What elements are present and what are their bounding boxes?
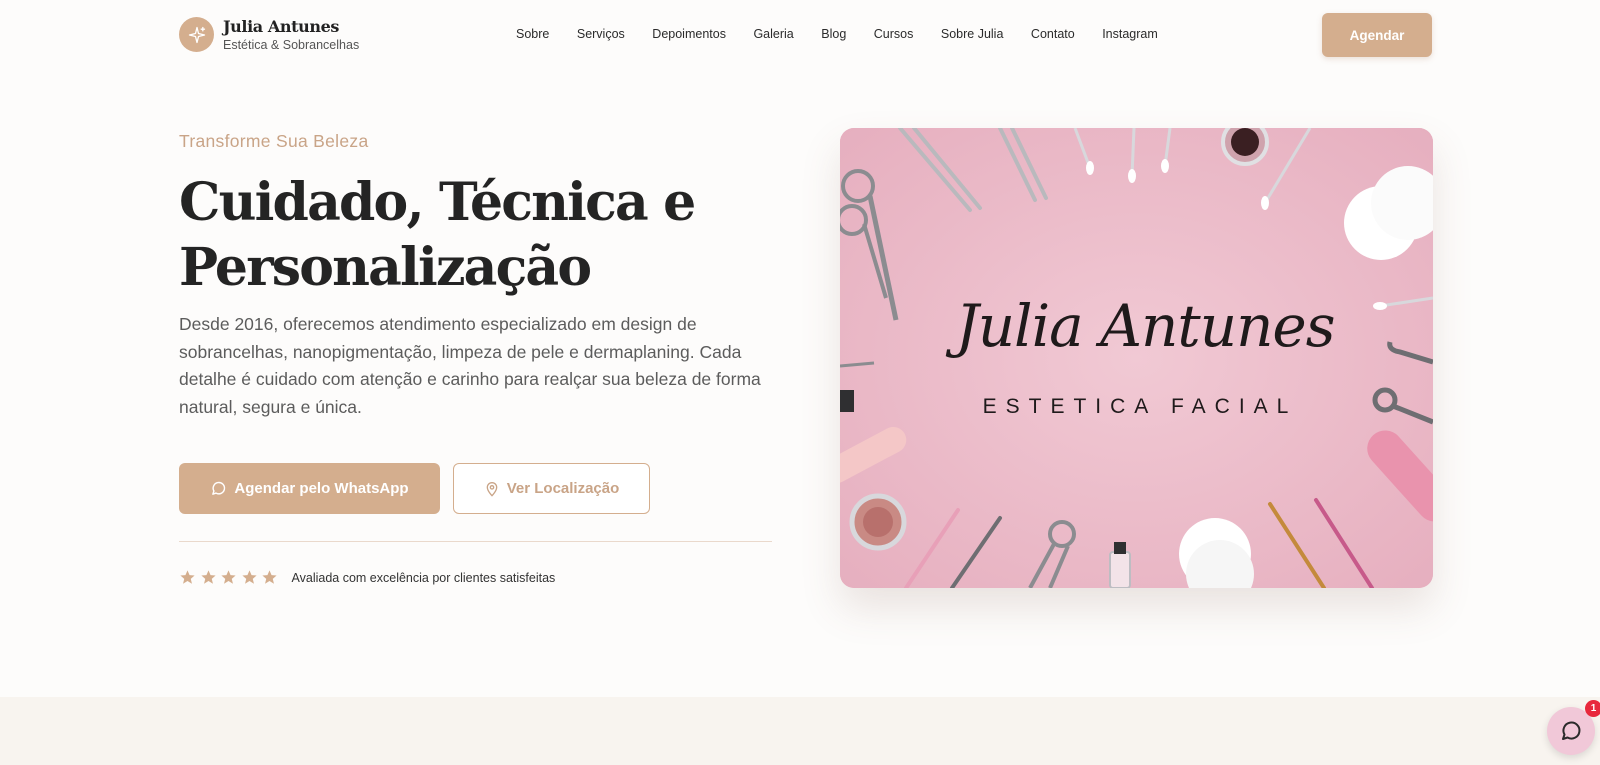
whatsapp-button[interactable]: Agendar pelo WhatsApp: [179, 463, 440, 514]
site-header: Julia Antunes Estética & Sobrancelhas So…: [0, 0, 1600, 70]
whatsapp-button-label: Agendar pelo WhatsApp: [234, 480, 409, 497]
nav-item-sobre[interactable]: Sobre: [516, 27, 549, 41]
nav-item-blog[interactable]: Blog: [821, 27, 846, 41]
star-icon: [200, 570, 216, 584]
next-section: [0, 697, 1600, 765]
map-pin-icon: [486, 481, 498, 497]
nav-item-cursos[interactable]: Cursos: [874, 27, 914, 41]
location-button[interactable]: Ver Localização: [453, 463, 650, 514]
star-rating: [179, 569, 282, 586]
sparkle-icon: [179, 17, 214, 52]
hero-image-caption: ESTETICA FACIAL: [983, 395, 1298, 418]
nav-item-sobre-julia[interactable]: Sobre Julia: [941, 27, 1004, 41]
nav-item-galeria[interactable]: Galeria: [753, 27, 793, 41]
nav-item-contato[interactable]: Contato: [1031, 27, 1075, 41]
brand-subtitle: Estética & Sobrancelhas: [223, 37, 360, 52]
hero-eyebrow: Transforme Sua Beleza: [179, 131, 369, 151]
brand-name: Julia Antunes: [223, 16, 339, 36]
hero-headline: Cuidado, Técnica e Personalização: [179, 172, 696, 298]
hero-image-script-title: Julia Antunes: [945, 292, 1334, 360]
nav-item-instagram[interactable]: Instagram: [1102, 27, 1158, 41]
star-icon: [262, 570, 277, 584]
location-button-label: Ver Localização: [506, 480, 620, 497]
nav-item-depoimentos[interactable]: Depoimentos: [652, 27, 726, 41]
nav-item-servicos[interactable]: Serviços: [577, 27, 625, 41]
brand[interactable]: Julia Antunes Estética & Sobrancelhas: [179, 17, 359, 52]
hero-description: Desde 2016, oferecemos atendimento espec…: [179, 314, 761, 417]
star-icon: [180, 570, 195, 584]
star-icon: [221, 570, 236, 584]
star-icon: [241, 570, 257, 584]
chat-notification-badge: 1: [1585, 700, 1600, 717]
rating-text: Avaliada com excelência por clientes sat…: [291, 570, 556, 585]
rating: Avaliada com excelência por clientes sat…: [179, 569, 555, 586]
chat-bubble-icon: [212, 481, 226, 495]
hero-image: Julia Antunes ESTETICA FACIAL: [840, 128, 1433, 588]
agendar-button[interactable]: Agendar: [1322, 13, 1432, 57]
main-nav: Sobre Serviços Depoimentos Galeria Blog …: [516, 27, 1185, 41]
divider: [179, 541, 772, 542]
chat-bubble-icon: [1562, 721, 1581, 740]
